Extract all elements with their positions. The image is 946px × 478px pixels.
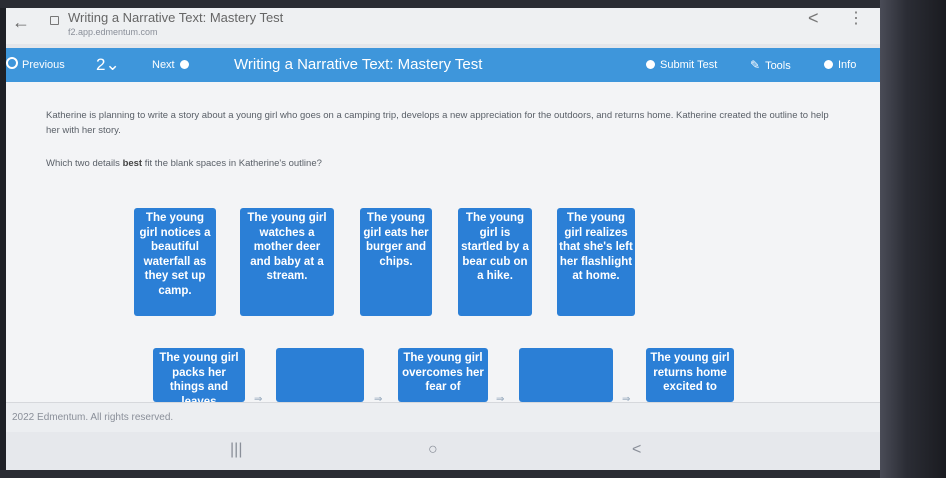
answer-tile-flashlight[interactable]: The young girl realizes that she's left … bbox=[557, 208, 635, 316]
previous-button[interactable]: Previous bbox=[6, 48, 65, 82]
check-circle-icon bbox=[646, 60, 655, 69]
tablet-screen: ← Writing a Narrative Text: Mastery Test… bbox=[6, 8, 880, 470]
previous-label: Previous bbox=[22, 59, 65, 71]
question-prompt: Katherine is planning to write a story a… bbox=[46, 110, 829, 136]
question-ask-prefix: Which two details bbox=[46, 158, 123, 169]
browser-tab-title: Writing a Narrative Text: Mastery Test bbox=[68, 10, 284, 25]
info-icon bbox=[824, 60, 833, 69]
info-button[interactable]: Info bbox=[824, 48, 856, 82]
browser-back-icon[interactable]: ← bbox=[12, 12, 30, 33]
test-heading: Writing a Narrative Text: Mastery Test bbox=[234, 56, 483, 73]
browser-url[interactable]: f2.app.edmentum.com bbox=[68, 27, 158, 37]
outline-step-5: The young girl returns home excited to bbox=[646, 348, 734, 402]
browser-chrome: ← Writing a Narrative Text: Mastery Test… bbox=[6, 8, 880, 44]
question-area: Katherine is planning to write a story a… bbox=[6, 82, 880, 405]
more-menu-icon[interactable]: ⋮ bbox=[848, 8, 864, 28]
device-bezel-right bbox=[880, 0, 946, 478]
android-nav-bar: ||| ○ < bbox=[6, 432, 880, 470]
submit-test-label: Submit Test bbox=[660, 59, 718, 71]
next-button[interactable]: Next bbox=[152, 48, 189, 82]
lock-icon bbox=[50, 16, 59, 25]
outline-step-1: The young girl packs her things and leav… bbox=[153, 348, 245, 402]
home-icon[interactable]: ○ bbox=[428, 441, 438, 459]
nav-back-icon[interactable]: < bbox=[632, 441, 641, 459]
device-bezel-top bbox=[0, 0, 880, 8]
question-ask-suffix: fit the blank spaces in Katherine's outl… bbox=[142, 158, 322, 169]
previous-icon bbox=[6, 57, 18, 69]
question-ask: Which two details best fit the blank spa… bbox=[46, 158, 322, 169]
recents-icon[interactable]: ||| bbox=[230, 441, 242, 459]
question-number-dropdown[interactable]: 2⌄ bbox=[96, 48, 120, 82]
device-bezel-bottom bbox=[0, 470, 880, 478]
tools-button[interactable]: ✎ Tools bbox=[750, 48, 791, 82]
page-footer: 2022 Edmentum. All rights reserved. bbox=[6, 402, 880, 433]
copyright-text: 2022 Edmentum. All rights reserved. bbox=[12, 412, 174, 423]
submit-test-button[interactable]: Submit Test bbox=[646, 48, 717, 82]
next-label: Next bbox=[152, 59, 175, 71]
info-label: Info bbox=[838, 59, 857, 71]
outline-blank-slot-2[interactable] bbox=[519, 348, 613, 402]
tools-label: Tools bbox=[765, 60, 791, 72]
answer-tile-deer[interactable]: The young girl watches a mother deer and… bbox=[240, 208, 334, 316]
next-icon bbox=[179, 60, 189, 69]
test-toolbar: Previous 2⌄ Next Writing a Narrative Tex… bbox=[6, 48, 880, 82]
outline-step-3: The young girl overcomes her fear of bbox=[398, 348, 488, 402]
answer-tile-bear-cub[interactable]: The young girl is startled by a bear cub… bbox=[458, 208, 532, 316]
wrench-icon: ✎ bbox=[750, 58, 761, 72]
answer-tile-waterfall[interactable]: The young girl notices a beautiful water… bbox=[134, 208, 216, 316]
question-ask-bold: best bbox=[122, 158, 143, 169]
outline-blank-slot-1[interactable] bbox=[276, 348, 364, 402]
answer-tile-burger[interactable]: The young girl eats her burger and chips… bbox=[360, 208, 432, 316]
share-icon[interactable]: < bbox=[808, 8, 819, 29]
